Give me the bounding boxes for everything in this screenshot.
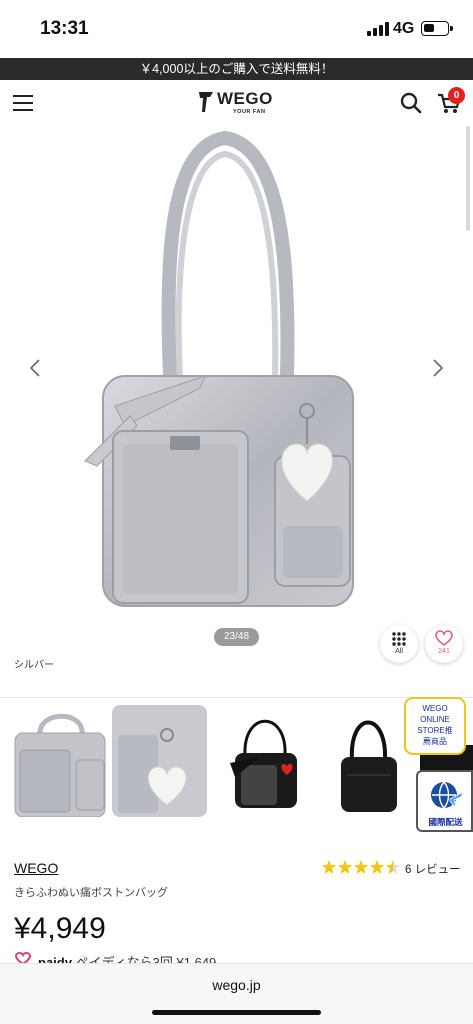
status-time: 13:31	[40, 18, 89, 39]
battery-icon	[421, 21, 453, 36]
color-variant-label: シルバー	[14, 660, 54, 671]
international-shipping-badge[interactable]: 國際配送	[416, 770, 473, 832]
store-badge-line4: 薦商品	[423, 737, 447, 746]
cart-count-badge: 0	[448, 87, 465, 104]
product-title: きらふわぬい痛ボストンバッグ	[14, 887, 168, 899]
thumbnail-silver-bag-front	[14, 713, 106, 817]
store-badge-line1: WEGO	[422, 704, 448, 713]
thumbnail-black-bag-bow	[230, 719, 297, 808]
review-count: 6 レビュー	[405, 864, 461, 876]
thumbnail-1[interactable]	[10, 705, 110, 817]
store-badge-line3: STORE推	[417, 726, 453, 735]
store-recommended-badge[interactable]: WEGO ONLINE STORE推 薦商品	[404, 697, 466, 755]
image-counter: 23/48	[214, 628, 259, 646]
grid-icon	[392, 632, 406, 646]
all-images-label: All	[395, 648, 403, 655]
thumbnail-4[interactable]	[317, 705, 417, 817]
thumbnail-black-bag	[341, 720, 397, 812]
product-bag-image	[84, 130, 354, 607]
logo-subtext: YOUR FAN	[233, 109, 266, 115]
logo-text: WEGO	[217, 89, 273, 108]
rating-stars-icon	[322, 860, 400, 874]
brand-link[interactable]: WEGO	[14, 860, 58, 876]
search-icon[interactable]	[400, 92, 422, 114]
favorite-button[interactable]: 241	[425, 625, 463, 663]
all-images-button[interactable]: All	[380, 625, 418, 663]
intl-shipping-label: 國際配送	[428, 817, 463, 827]
prev-image-arrow-icon[interactable]	[28, 358, 42, 378]
thumbnail-strip	[0, 705, 473, 821]
next-image-arrow-icon[interactable]	[431, 358, 445, 378]
site-header: WEGO YOUR FAN	[0, 80, 473, 126]
favorite-count: 241	[438, 648, 450, 655]
menu-icon[interactable]	[13, 95, 33, 111]
logo-mark-icon	[199, 92, 213, 112]
product-main-image[interactable]	[0, 126, 473, 656]
signal-icon	[367, 22, 389, 36]
home-indicator[interactable]	[152, 1010, 321, 1015]
thumbnail-3[interactable]	[215, 705, 315, 817]
network-type: 4G	[393, 20, 415, 37]
product-price: ¥4,949	[14, 912, 106, 945]
heart-icon	[435, 630, 453, 646]
status-bar: 13:31 4G	[0, 0, 473, 58]
page-url[interactable]: wego.jp	[0, 977, 473, 993]
section-divider	[0, 697, 473, 698]
page-scrollbar[interactable]	[466, 126, 470, 231]
globe-plane-icon	[431, 781, 464, 809]
store-badge-line2: ONLINE	[420, 715, 450, 724]
thumbnail-2[interactable]	[112, 705, 212, 817]
thumbnail-silver-bag-charm	[112, 705, 207, 817]
promo-banner[interactable]: ￥4,000以上のご購入で送料無料！	[0, 58, 473, 80]
site-logo[interactable]: WEGO YOUR FAN	[197, 88, 277, 118]
